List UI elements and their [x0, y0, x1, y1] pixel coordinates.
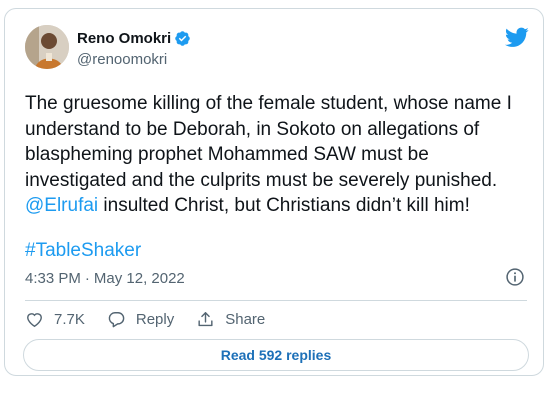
twitter-bird-icon[interactable]: [505, 25, 529, 49]
author-handle[interactable]: @renoomokri: [77, 51, 167, 68]
author-name-row[interactable]: Reno Omokri: [77, 30, 191, 47]
heart-icon: [27, 313, 42, 328]
mention-link[interactable]: @Elrufai: [25, 195, 98, 216]
author-name[interactable]: Reno Omokri: [77, 30, 171, 47]
reply-button[interactable]: Reply: [107, 310, 174, 329]
timestamp-separator: ·: [84, 270, 90, 287]
like-button[interactable]: 7.7K: [25, 310, 85, 329]
hashtag-link[interactable]: #TableShaker: [25, 240, 141, 261]
like-count: 7.7K: [54, 311, 85, 328]
info-icon[interactable]: [505, 267, 525, 287]
share-label: Share: [225, 311, 266, 328]
tweet-date[interactable]: May 12, 2022: [94, 270, 185, 287]
tweet-text-main: The gruesome killing of the female stude…: [25, 93, 512, 191]
read-replies-button[interactable]: Read 592 replies: [23, 339, 529, 371]
tweet-timestamp[interactable]: 4:33 PM · May 12, 2022: [25, 270, 185, 287]
avatar[interactable]: [25, 25, 69, 69]
tweet-time[interactable]: 4:33 PM: [25, 270, 81, 287]
share-icon: [198, 312, 213, 327]
tweet-card: Reno Omokri @renoomokri The gruesome kil…: [4, 8, 544, 376]
tweet-text: The gruesome killing of the female stude…: [25, 91, 530, 219]
hashtag-row: #TableShaker: [25, 238, 141, 263]
reply-label: Reply: [135, 311, 175, 328]
tweet-text-tail: insulted Christ, but Christians didn’t k…: [98, 195, 470, 216]
action-bar: 7.7K Reply Share: [25, 310, 287, 329]
share-button[interactable]: Share: [196, 310, 265, 329]
divider: [25, 300, 527, 301]
reply-icon: [108, 312, 125, 328]
verified-badge-icon: [175, 31, 190, 46]
read-replies-label: Read 592 replies: [220, 347, 332, 363]
